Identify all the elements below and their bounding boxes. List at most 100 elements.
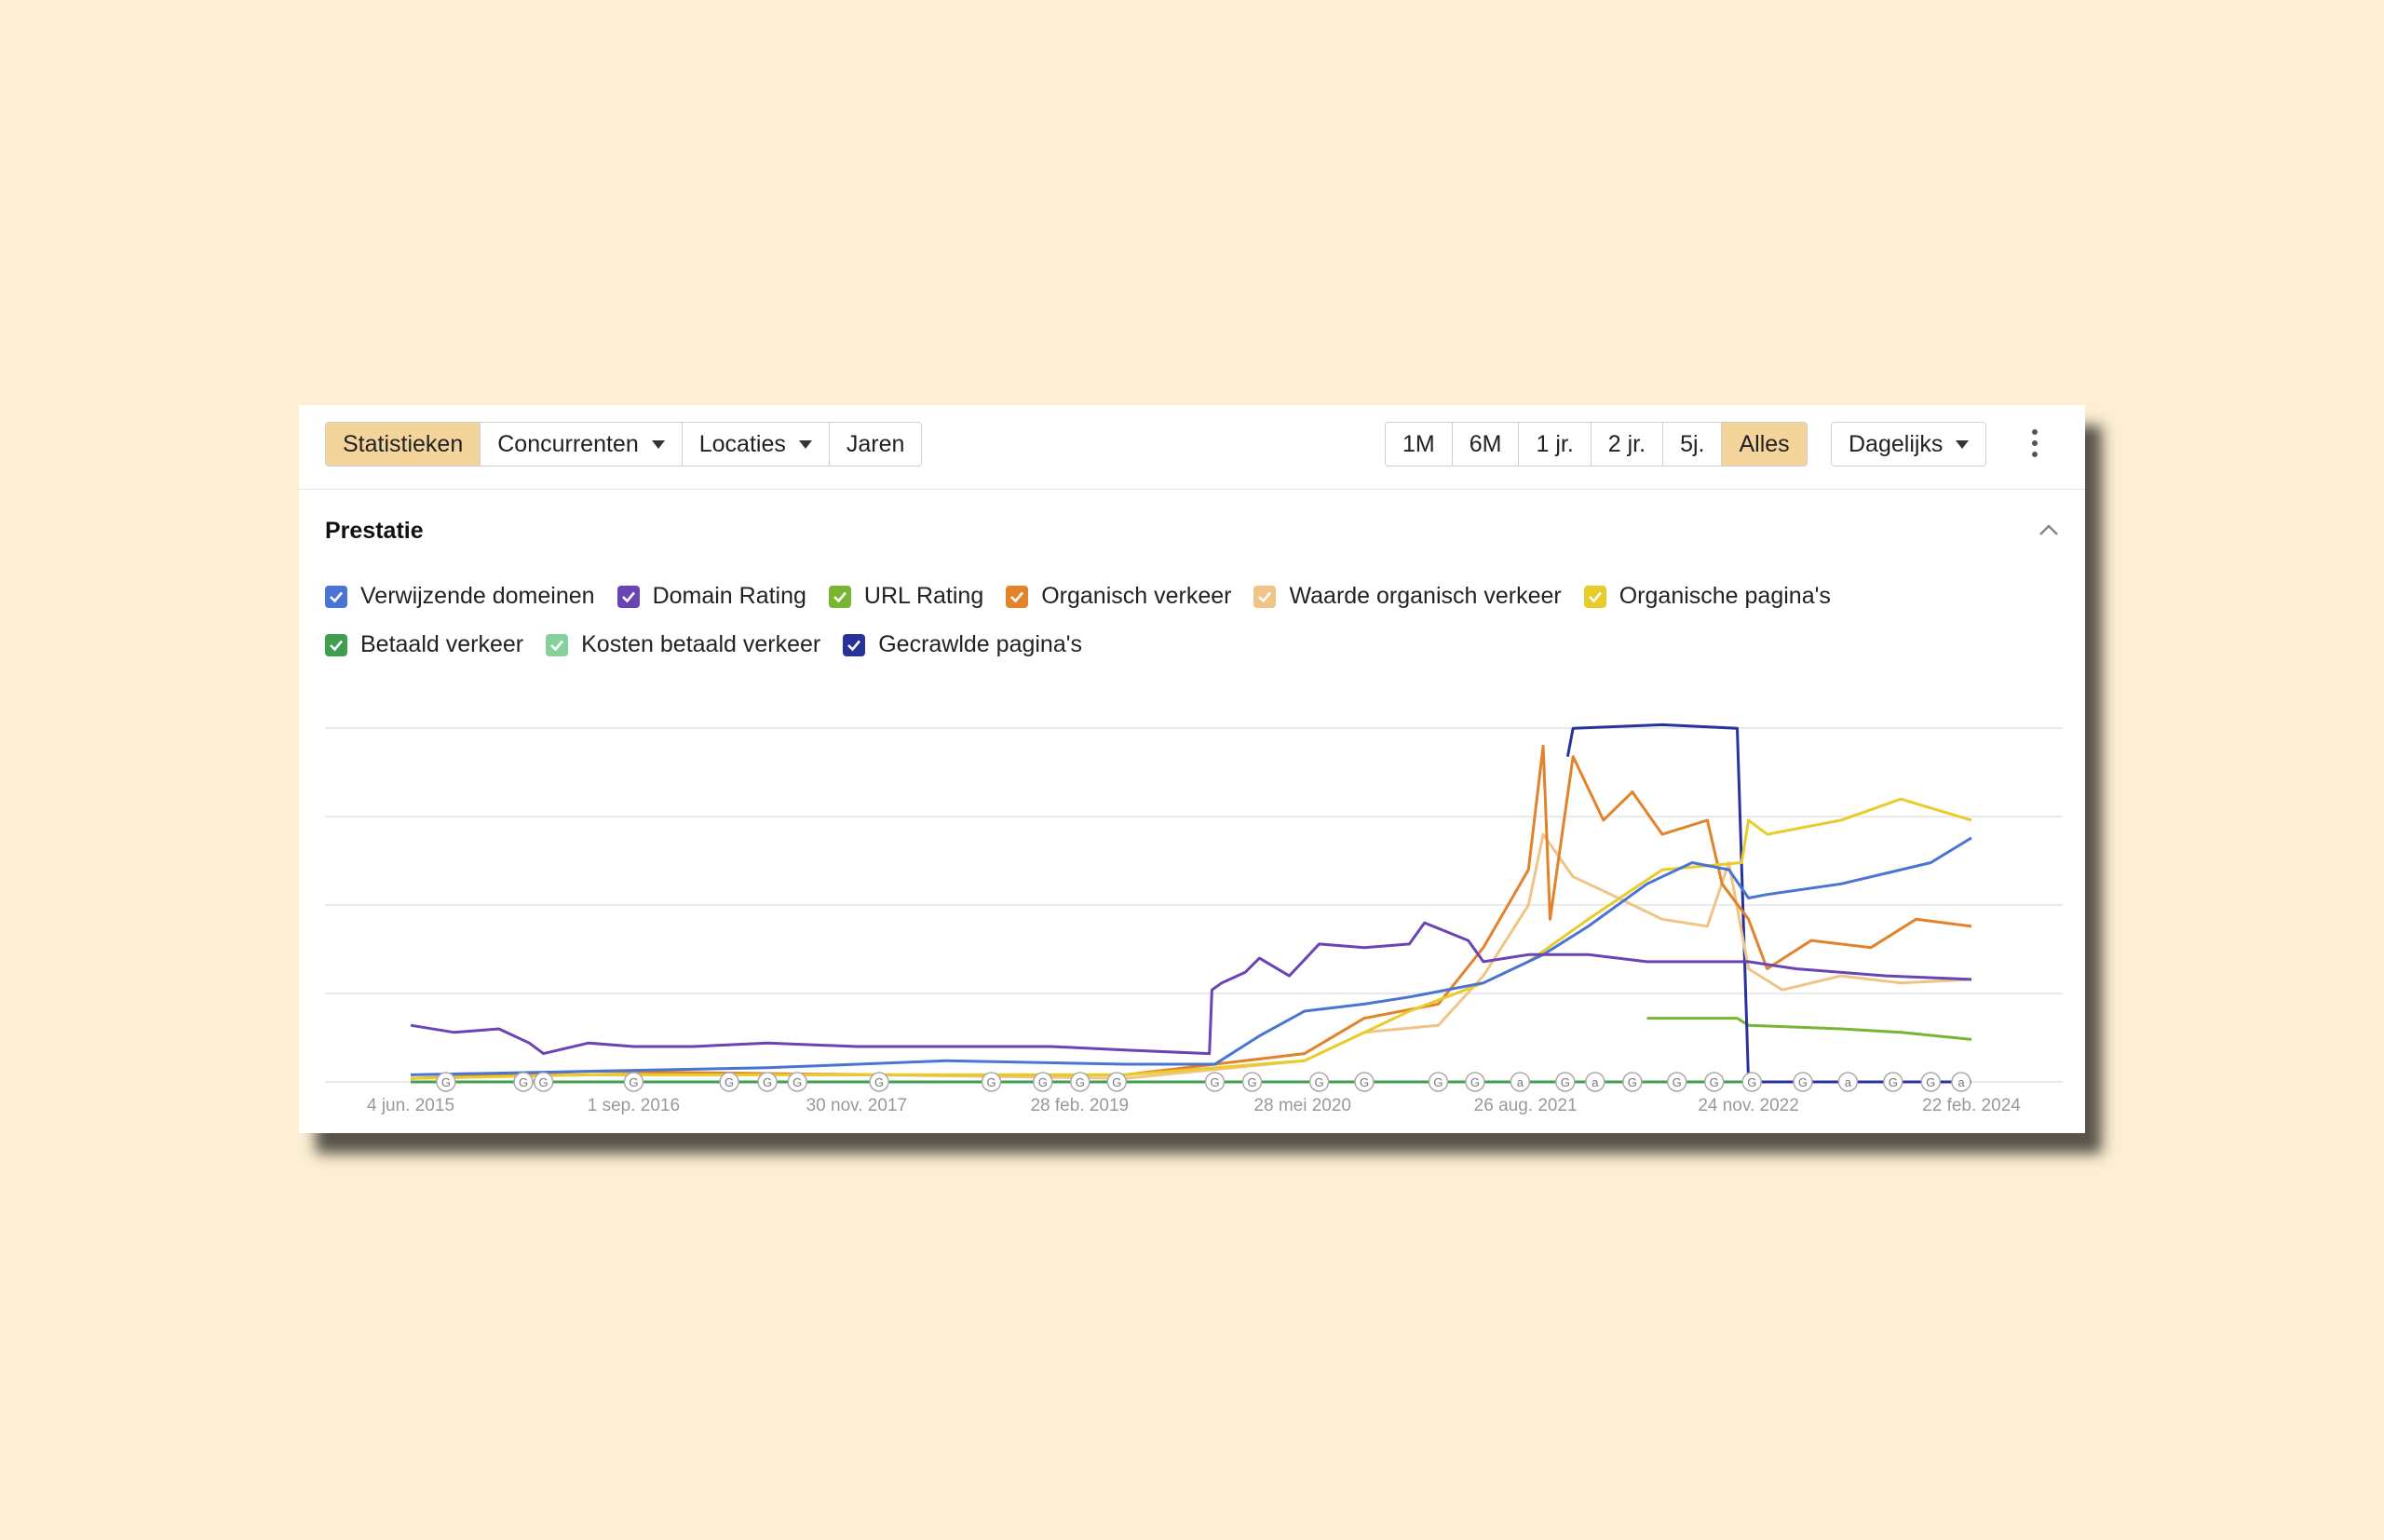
- annotation-label: G: [1926, 1075, 1935, 1089]
- annotation-label: G: [539, 1075, 549, 1089]
- x-tick-label: 24 nov. 2022: [1698, 1096, 1798, 1115]
- checkbox-icon[interactable]: [616, 585, 640, 608]
- annotation-label: G: [725, 1075, 734, 1089]
- x-tick-label: 22 feb. 2024: [1922, 1096, 2021, 1115]
- legend-item-kosten-betaald-verkeer[interactable]: Kosten betaald verkeer: [546, 631, 820, 658]
- annotation-label: G: [987, 1075, 996, 1089]
- range-selector: 1M 6M 1 jr. 2 jr. 5j. Alles: [1385, 422, 1808, 466]
- legend-row-2: Betaald verkeer Kosten betaald verkeer G…: [325, 631, 1082, 658]
- annotation-label: G: [1710, 1075, 1719, 1089]
- legend-label: Gecrawlde pagina's: [878, 631, 1083, 657]
- range-2y-button[interactable]: 2 jr.: [1591, 423, 1664, 466]
- kebab-menu-icon[interactable]: [2025, 429, 2044, 457]
- checkbox-icon[interactable]: [1583, 585, 1606, 608]
- checkbox-icon[interactable]: [325, 633, 347, 656]
- toolbar: Statistieken Concurrenten Locaties Jaren…: [299, 405, 2085, 490]
- legend-label: Waarde organisch verkeer: [1289, 583, 1562, 609]
- checkbox-icon[interactable]: [546, 633, 569, 656]
- x-tick-label: 4 jun. 2015: [367, 1096, 454, 1115]
- legend-label: Kosten betaald verkeer: [581, 631, 821, 657]
- range-label: Alles: [1739, 430, 1790, 457]
- range-6m-button[interactable]: 6M: [1452, 423, 1520, 466]
- legend-item-domain-rating[interactable]: Domain Rating: [616, 583, 806, 610]
- caret-down-icon: [1956, 439, 1970, 449]
- annotation-label: G: [1112, 1075, 1121, 1089]
- interval-dropdown-wrap: Dagelijks: [1831, 422, 1987, 466]
- tab-label: Locaties: [698, 430, 786, 457]
- checkbox-icon[interactable]: [325, 585, 347, 608]
- annotation-label: a: [1592, 1075, 1599, 1089]
- tab-locaties[interactable]: Locaties: [682, 423, 830, 466]
- x-tick-label: 26 aug. 2021: [1474, 1096, 1578, 1115]
- legend-row-1: Verwijzende domeinen Domain Rating URL R…: [325, 583, 1831, 610]
- annotation-label: G: [1628, 1075, 1637, 1089]
- range-label: 2 jr.: [1607, 430, 1646, 457]
- caret-down-icon: [798, 439, 812, 449]
- caret-down-icon: [651, 439, 665, 449]
- annotation-label: a: [1517, 1075, 1524, 1089]
- annotation-label: G: [1076, 1075, 1085, 1089]
- interval-dropdown[interactable]: Dagelijks: [1832, 423, 1986, 466]
- view-tabs: Statistieken Concurrenten Locaties Jaren: [325, 422, 923, 466]
- checkbox-icon[interactable]: [828, 585, 851, 608]
- annotation-label: G: [441, 1075, 451, 1089]
- legend-item-gecrawlde-paginas[interactable]: Gecrawlde pagina's: [843, 631, 1082, 658]
- checkbox-icon[interactable]: [1006, 585, 1029, 608]
- x-tick-label: 28 feb. 2019: [1030, 1096, 1129, 1115]
- tab-concurrenten[interactable]: Concurrenten: [481, 423, 683, 466]
- annotation-label: G: [1360, 1075, 1369, 1089]
- range-all-button[interactable]: Alles: [1722, 423, 1807, 466]
- tab-jaren[interactable]: Jaren: [829, 423, 922, 466]
- chevron-up-icon[interactable]: [2035, 517, 2063, 545]
- annotation-label: a: [1845, 1075, 1852, 1089]
- series-line: [410, 797, 1972, 1080]
- range-1y-button[interactable]: 1 jr.: [1519, 423, 1592, 466]
- series-line: [410, 921, 1972, 1056]
- checkbox-icon[interactable]: [1253, 585, 1277, 608]
- annotation-label: G: [1470, 1075, 1480, 1089]
- annotation-label: G: [874, 1075, 884, 1089]
- tab-label: Concurrenten: [497, 430, 639, 457]
- annotation-label: G: [1210, 1075, 1219, 1089]
- range-label: 1 jr.: [1536, 430, 1574, 457]
- annotation-label: a: [1957, 1075, 1965, 1089]
- annotation-label: G: [1315, 1075, 1324, 1089]
- interval-label: Dagelijks: [1849, 430, 1944, 457]
- series-line: [1646, 1017, 1972, 1041]
- annotation-label: G: [1561, 1075, 1570, 1089]
- range-label: 5j.: [1680, 430, 1705, 457]
- series-line: [410, 836, 1972, 1076]
- annotation-label: G: [629, 1075, 638, 1089]
- range-label: 1M: [1402, 430, 1435, 457]
- performance-card: Statistieken Concurrenten Locaties Jaren…: [299, 405, 2085, 1133]
- legend-item-waarde-organisch-verkeer[interactable]: Waarde organisch verkeer: [1253, 583, 1562, 610]
- tab-statistieken[interactable]: Statistieken: [326, 423, 481, 466]
- tab-label: Jaren: [846, 430, 905, 457]
- legend-item-url-rating[interactable]: URL Rating: [828, 583, 984, 610]
- legend-label: Verwijzende domeinen: [360, 583, 595, 609]
- legend-item-organisch-verkeer[interactable]: Organisch verkeer: [1006, 583, 1231, 610]
- annotation-label: G: [1747, 1075, 1756, 1089]
- range-label: 6M: [1469, 430, 1502, 457]
- annotation-label: G: [763, 1075, 772, 1089]
- performance-chart: 4 jun. 2015 1 sep. 2016 30 nov. 2017 28 feb…: [299, 712, 2085, 1133]
- legend-item-verwijzende-domeinen[interactable]: Verwijzende domeinen: [325, 583, 595, 610]
- x-tick-label: 1 sep. 2016: [588, 1096, 680, 1115]
- legend-item-betaald-verkeer[interactable]: Betaald verkeer: [325, 631, 523, 658]
- range-1m-button[interactable]: 1M: [1386, 423, 1453, 466]
- annotation-label: G: [1673, 1075, 1682, 1089]
- line-chart: 4 jun. 2015 1 sep. 2016 30 nov. 2017 28 feb…: [325, 723, 2063, 1115]
- x-tick-label: 28 mei 2020: [1253, 1096, 1351, 1115]
- legend-label: Betaald verkeer: [360, 631, 524, 657]
- annotation-label: G: [792, 1075, 802, 1089]
- legend-label: Organische pagina's: [1619, 583, 1831, 609]
- x-tick-label: 30 nov. 2017: [806, 1096, 907, 1115]
- legend-item-organische-paginas[interactable]: Organische pagina's: [1583, 583, 1831, 610]
- legend-label: Domain Rating: [652, 583, 806, 609]
- legend-label: URL Rating: [863, 583, 984, 609]
- tab-label: Statistieken: [343, 430, 464, 457]
- checkbox-icon[interactable]: [843, 633, 866, 656]
- annotation-label: G: [1798, 1075, 1808, 1089]
- annotation-label: G: [519, 1075, 528, 1089]
- range-5y-button[interactable]: 5j.: [1663, 423, 1723, 466]
